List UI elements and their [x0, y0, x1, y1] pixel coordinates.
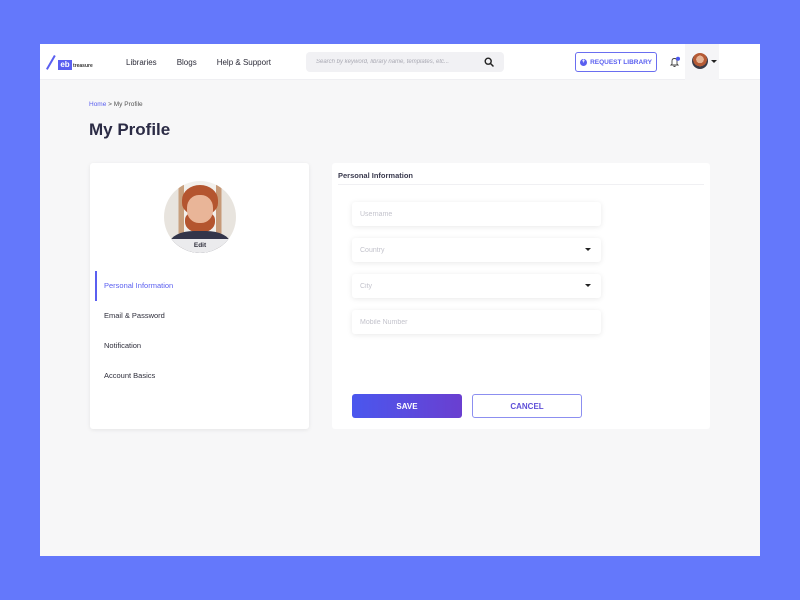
top-navigation-bar: eb treasure Libraries Blogs Help & Suppo…	[40, 44, 760, 80]
section-title: Personal Information	[338, 171, 414, 180]
username-field	[352, 202, 601, 226]
menu-item-account-basics[interactable]: Account Basics	[90, 361, 309, 391]
request-library-label: REQUEST LIBRARY	[590, 58, 652, 66]
plus-circle-icon: +	[580, 58, 588, 66]
menu-item-email-password[interactable]: Email & Password	[90, 301, 309, 331]
mobile-number-input[interactable]	[360, 310, 580, 334]
save-button[interactable]: SAVE	[352, 394, 462, 418]
avatar-face	[187, 195, 213, 223]
main-nav: Libraries Blogs Help & Support	[126, 44, 291, 80]
chevron-down-icon[interactable]	[585, 248, 591, 251]
logo-slash-icon	[46, 55, 56, 70]
bell-icon[interactable]	[669, 56, 681, 68]
cancel-button[interactable]: CANCEL	[472, 394, 582, 418]
city-select[interactable]	[352, 274, 601, 298]
app-window: eb treasure Libraries Blogs Help & Suppo…	[40, 44, 760, 556]
country-select[interactable]	[352, 238, 601, 262]
breadcrumb-home[interactable]: Home	[89, 101, 106, 108]
menu-item-personal-information[interactable]: Personal Information	[90, 271, 309, 301]
breadcrumb-current: My Profile	[113, 101, 143, 108]
request-library-button[interactable]: + REQUEST LIBRARY	[575, 52, 657, 72]
chevron-down-icon[interactable]	[711, 60, 717, 63]
nav-libraries[interactable]: Libraries	[126, 58, 157, 67]
edit-avatar-button[interactable]: Edit	[164, 242, 236, 249]
city-input[interactable]	[360, 274, 580, 298]
search-input[interactable]	[316, 52, 476, 72]
menu-item-notification[interactable]: Notification	[90, 331, 309, 361]
search-bar	[306, 52, 504, 72]
nav-blogs[interactable]: Blogs	[177, 58, 197, 67]
breadcrumb: Home > My Profile	[89, 101, 143, 108]
user-menu[interactable]	[685, 44, 719, 80]
divider	[338, 184, 704, 185]
mobile-number-field	[352, 310, 601, 334]
nav-help-support[interactable]: Help & Support	[217, 58, 271, 67]
personal-information-form: Personal Information SAVE CANCEL	[332, 163, 710, 429]
logo[interactable]: eb treasure	[46, 54, 97, 70]
notification-dot	[676, 56, 680, 61]
search-icon[interactable]	[484, 57, 494, 67]
profile-menu: Personal Information Email & Password No…	[90, 271, 309, 391]
logo-word: treasure	[73, 63, 93, 69]
logo-mark: eb	[58, 60, 72, 70]
country-input[interactable]	[360, 238, 580, 262]
breadcrumb-separator: >	[106, 101, 114, 108]
chevron-down-icon[interactable]	[585, 284, 591, 287]
page-title: My Profile	[89, 120, 171, 139]
avatar[interactable]	[692, 53, 708, 69]
username-input[interactable]	[360, 202, 580, 226]
profile-card: Edit Personal Information Email & Passwo…	[90, 163, 309, 429]
